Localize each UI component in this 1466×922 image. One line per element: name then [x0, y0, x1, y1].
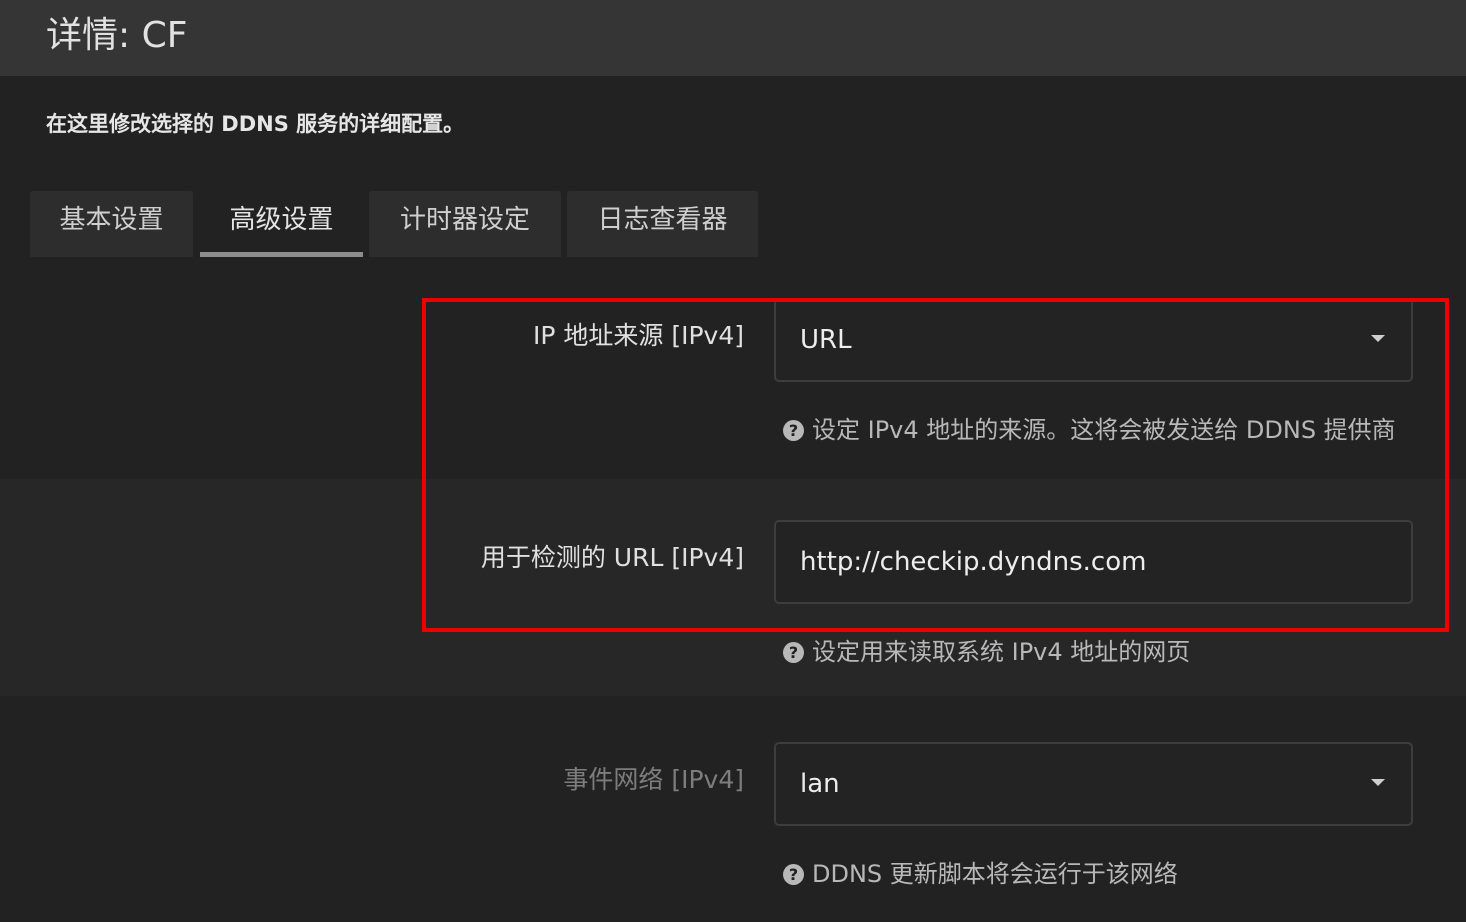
check-url-hint: ? 设定用来读取系统 IPv4 地址的网页	[783, 632, 1190, 667]
question-circle-icon: ?	[783, 420, 804, 441]
question-circle-icon: ?	[783, 642, 804, 663]
caret-down-icon	[1371, 335, 1385, 342]
event-network-label: 事件网络 [IPv4]	[563, 765, 744, 794]
check-url-hint-text: 设定用来读取系统 IPv4 地址的网页	[812, 638, 1191, 666]
event-network-hint-text: DDNS 更新脚本将会运行于该网络	[812, 860, 1178, 888]
check-url-input[interactable]: http://checkip.dyndns.com	[774, 520, 1413, 604]
ip-source-hint: ? 设定 IPv4 地址的来源。这将会被发送给 DDNS 提供商	[783, 410, 1396, 445]
event-network-value: lan	[800, 769, 840, 799]
tab-timer-settings[interactable]: 计时器设定	[369, 191, 561, 257]
event-network-select[interactable]: lan	[774, 742, 1413, 826]
tab-log-viewer[interactable]: 日志查看器	[567, 191, 758, 257]
question-circle-icon: ?	[783, 864, 804, 885]
check-url-label: 用于检测的 URL [IPv4]	[480, 543, 744, 572]
check-url-value: http://checkip.dyndns.com	[800, 547, 1147, 577]
ip-source-select[interactable]: URL	[774, 298, 1413, 382]
event-network-hint: ? DDNS 更新脚本将会运行于该网络	[783, 854, 1178, 889]
title-bar	[0, 0, 1466, 76]
tab-advanced-settings[interactable]: 高级设置	[200, 191, 363, 257]
tab-basic-settings[interactable]: 基本设置	[30, 191, 193, 257]
page-title: 详情: CF	[46, 15, 188, 56]
ip-source-hint-text: 设定 IPv4 地址的来源。这将会被发送给 DDNS 提供商	[812, 416, 1396, 444]
ip-source-label: IP 地址来源 [IPv4]	[533, 321, 744, 350]
page-description: 在这里修改选择的 DDNS 服务的详细配置。	[46, 112, 465, 136]
ip-source-value: URL	[800, 325, 852, 355]
caret-down-icon	[1371, 779, 1385, 786]
